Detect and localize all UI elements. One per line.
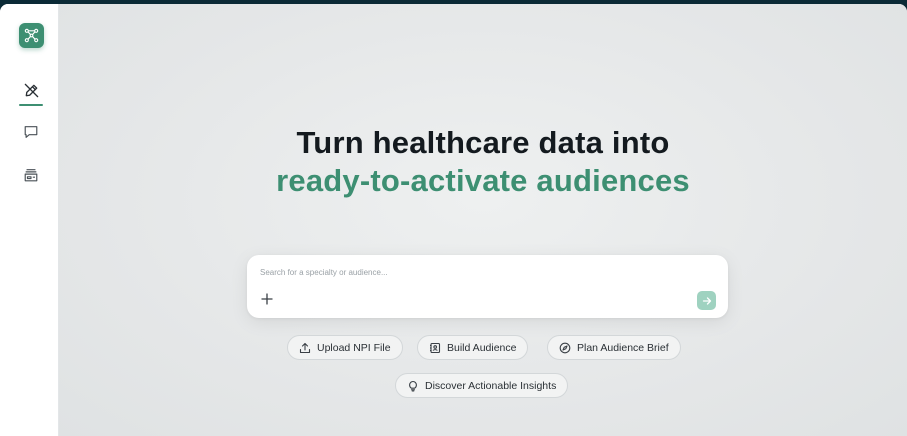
lightbulb-icon	[409, 380, 417, 392]
hero-line-1: Turn healthcare data into	[296, 125, 670, 160]
chip-label: Upload NPI File	[317, 341, 391, 354]
chip-label: Build Audience	[447, 341, 517, 354]
hero-heading: Turn healthcare data into ready-to-activ…	[59, 124, 907, 200]
search-input[interactable]	[258, 263, 702, 281]
sidebar	[0, 4, 59, 436]
discover-actionable-insights-button[interactable]: Discover Actionable Insights	[395, 373, 569, 398]
chip-label: Discover Actionable Insights	[425, 379, 557, 392]
archive-box-icon	[24, 169, 38, 182]
sidebar-item-library[interactable]	[17, 162, 45, 188]
sidebar-item-new-audience[interactable]	[17, 77, 45, 106]
app-logo[interactable]	[19, 23, 44, 48]
upload-icon	[299, 342, 311, 353]
chip-label: Plan Audience Brief	[577, 341, 669, 354]
app-window: Turn healthcare data into ready-to-activ…	[0, 4, 907, 436]
chat-bubble-icon	[24, 126, 38, 138]
plan-audience-brief-button[interactable]: Plan Audience Brief	[547, 335, 681, 360]
network-graph-icon	[24, 28, 39, 43]
pencil-slash-icon	[24, 83, 38, 97]
add-attachment-button[interactable]	[259, 291, 275, 307]
send-button[interactable]	[697, 291, 716, 310]
arrow-right-icon	[702, 296, 711, 305]
build-audience-button[interactable]: Build Audience	[417, 335, 529, 360]
plus-icon	[261, 293, 273, 305]
compass-icon	[559, 342, 571, 353]
main-content: Turn healthcare data into ready-to-activ…	[59, 4, 907, 436]
upload-npi-file-button[interactable]: Upload NPI File	[287, 335, 403, 360]
hero-line-2: ready-to-activate audiences	[276, 163, 690, 198]
contact-book-icon	[430, 342, 441, 353]
sidebar-item-chat[interactable]	[17, 119, 45, 145]
search-card	[247, 255, 728, 318]
